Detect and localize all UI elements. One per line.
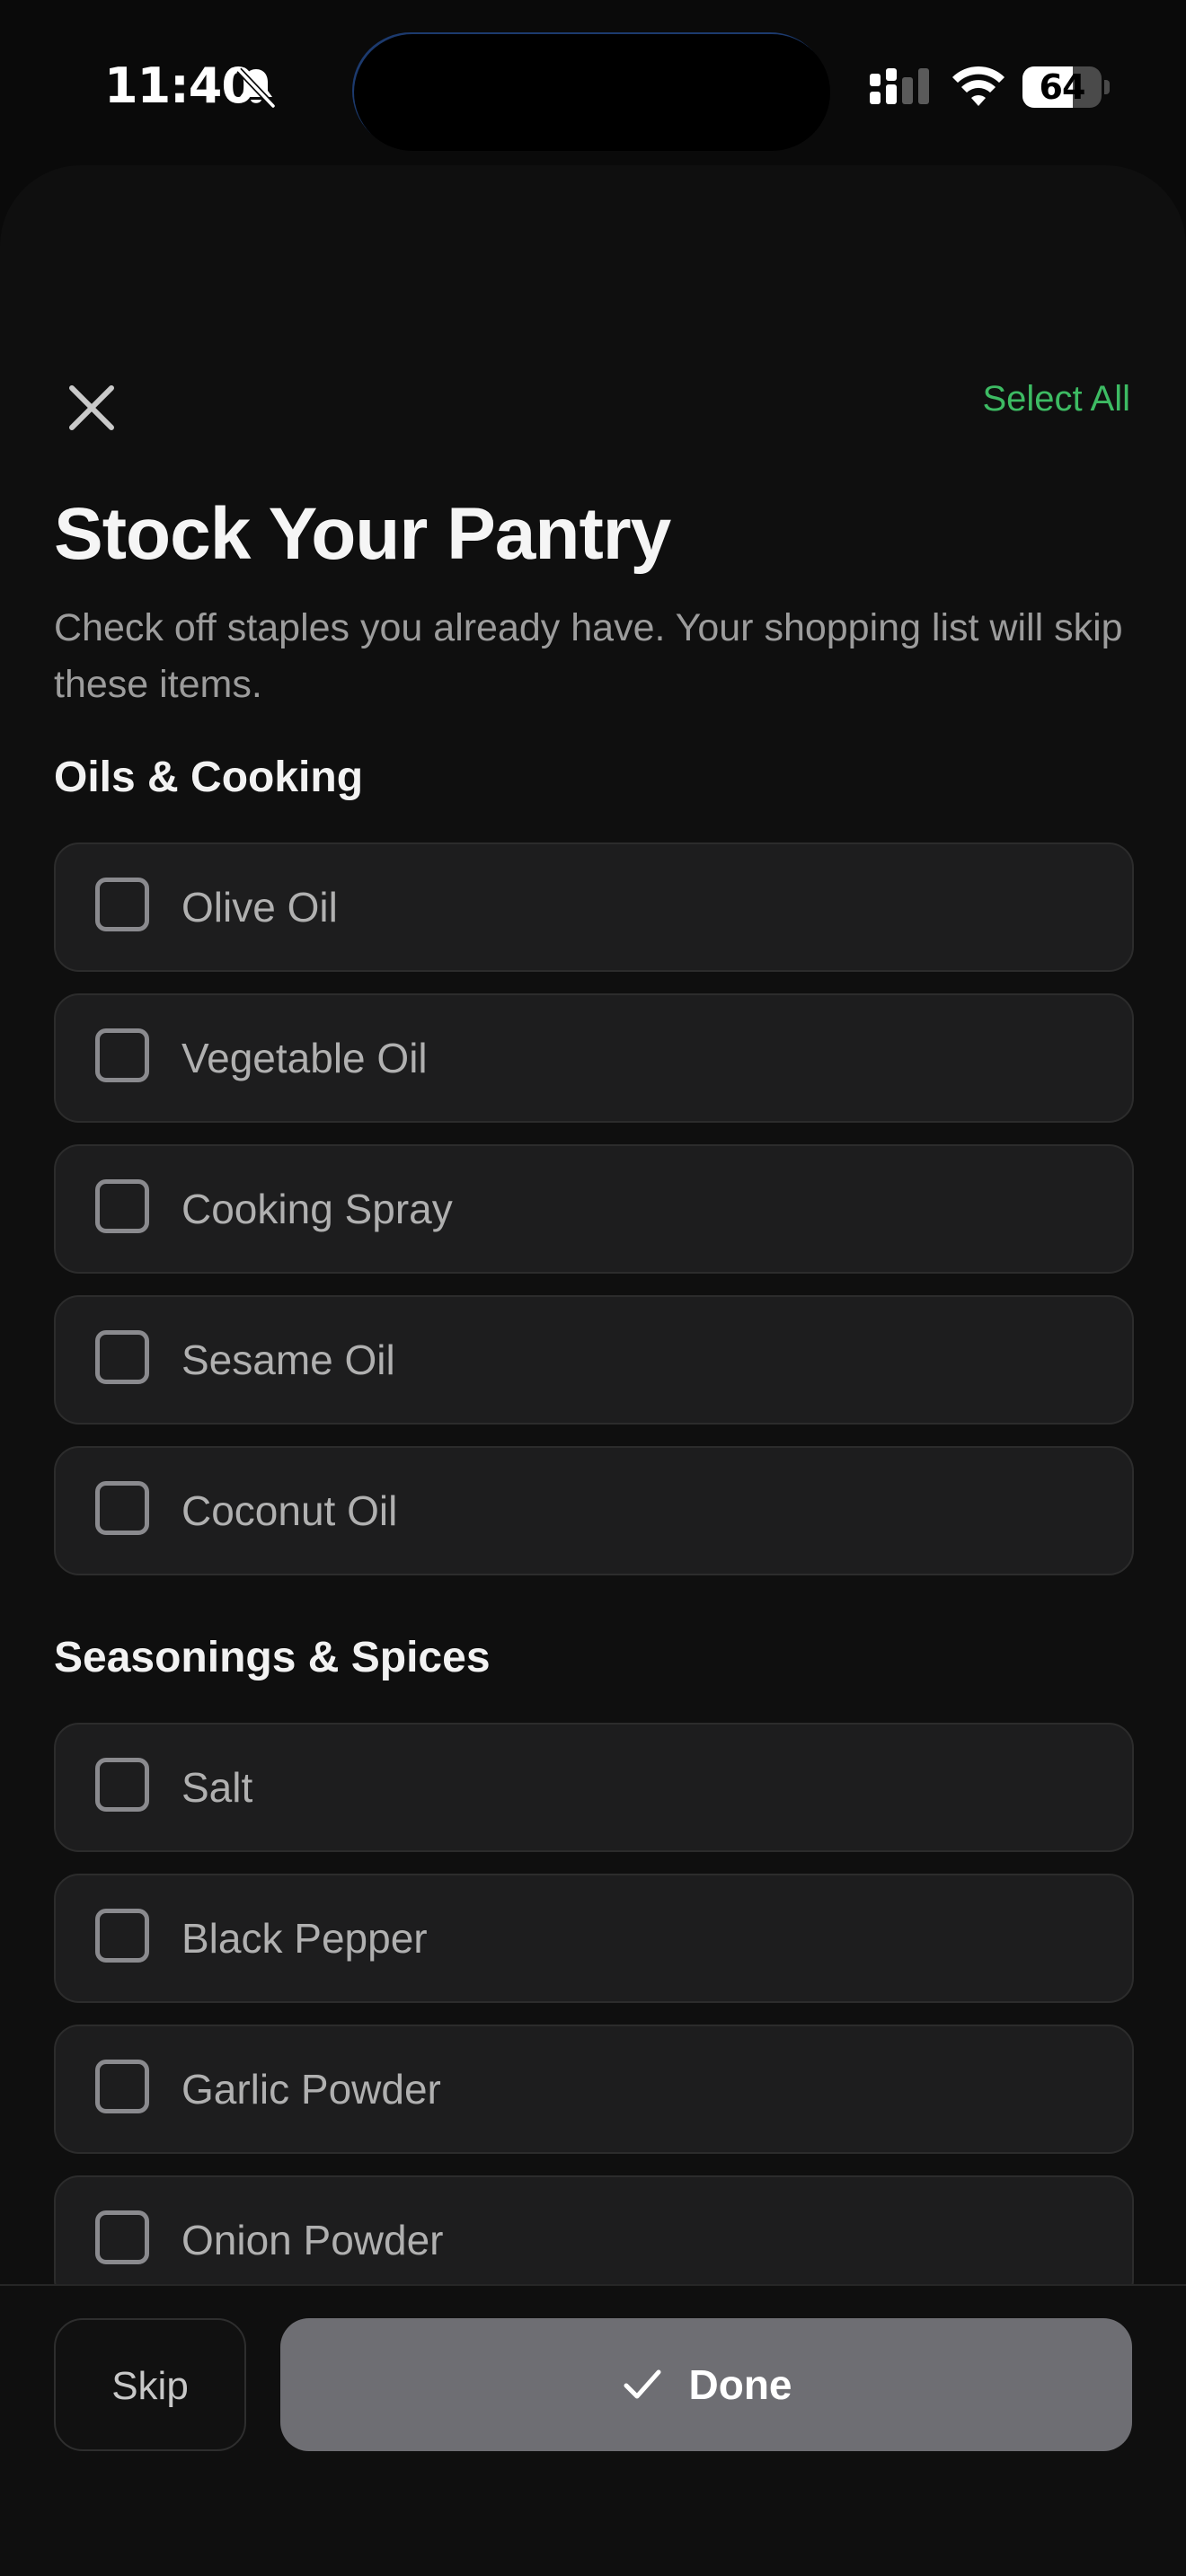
battery-icon: 64 bbox=[1022, 66, 1110, 108]
checkbox[interactable] bbox=[95, 1481, 149, 1535]
cellular-signal-icon bbox=[870, 68, 929, 104]
item-label: Cooking Spray bbox=[181, 1186, 453, 1232]
checkbox[interactable] bbox=[95, 1909, 149, 1963]
checkbox[interactable] bbox=[95, 1330, 149, 1384]
skip-button[interactable]: Skip bbox=[54, 2318, 246, 2451]
list-item[interactable]: Salt bbox=[54, 1723, 1134, 1852]
item-label: Salt bbox=[181, 1764, 253, 1811]
screen: 11:40 64 Select All Stock Your Pantry Ch… bbox=[0, 0, 1186, 2576]
list-item[interactable]: Onion Powder bbox=[54, 2175, 1134, 2284]
pantry-list[interactable]: Oils & Cooking Olive Oil Vegetable Oil C… bbox=[0, 753, 1186, 2284]
select-all-button[interactable]: Select All bbox=[982, 379, 1130, 419]
item-label: Vegetable Oil bbox=[181, 1035, 428, 1081]
list-item[interactable]: Olive Oil bbox=[54, 842, 1134, 972]
done-label: Done bbox=[688, 2361, 792, 2408]
item-label: Black Pepper bbox=[181, 1915, 428, 1962]
item-label: Olive Oil bbox=[181, 884, 338, 931]
status-bar: 11:40 64 bbox=[0, 0, 1186, 162]
item-label: Sesame Oil bbox=[181, 1337, 395, 1383]
dynamic-island bbox=[354, 34, 830, 151]
item-label: Garlic Powder bbox=[181, 2066, 441, 2113]
status-time: 11:40 bbox=[104, 57, 255, 114]
checkbox[interactable] bbox=[95, 2210, 149, 2264]
battery-level: 64 bbox=[1039, 67, 1086, 107]
wifi-icon bbox=[952, 66, 1005, 106]
list-item[interactable]: Coconut Oil bbox=[54, 1446, 1134, 1575]
done-button[interactable]: Done bbox=[280, 2318, 1132, 2451]
checkbox[interactable] bbox=[95, 878, 149, 931]
close-icon[interactable] bbox=[63, 379, 120, 437]
list-item[interactable]: Sesame Oil bbox=[54, 1295, 1134, 1425]
page-subtitle: Check off staples you already have. Your… bbox=[54, 606, 1123, 706]
item-label: Coconut Oil bbox=[181, 1487, 398, 1534]
item-label: Onion Powder bbox=[181, 2217, 444, 2263]
bottom-action-bar: Skip Done bbox=[0, 2284, 1186, 2576]
checkbox[interactable] bbox=[95, 1758, 149, 1812]
checkbox[interactable] bbox=[95, 2060, 149, 2113]
section-heading-seasonings-spices: Seasonings & Spices bbox=[54, 1634, 491, 1681]
page-title: Stock Your Pantry bbox=[54, 493, 671, 575]
checkbox[interactable] bbox=[95, 1028, 149, 1082]
list-item[interactable]: Garlic Powder bbox=[54, 2025, 1134, 2154]
section-heading-oils-cooking: Oils & Cooking bbox=[54, 754, 364, 801]
checkmark-icon bbox=[624, 2369, 660, 2399]
list-item[interactable]: Black Pepper bbox=[54, 1874, 1134, 2003]
list-item[interactable]: Cooking Spray bbox=[54, 1144, 1134, 1274]
bell-slash-icon bbox=[236, 67, 276, 109]
list-item[interactable]: Vegetable Oil bbox=[54, 993, 1134, 1123]
checkbox[interactable] bbox=[95, 1179, 149, 1233]
